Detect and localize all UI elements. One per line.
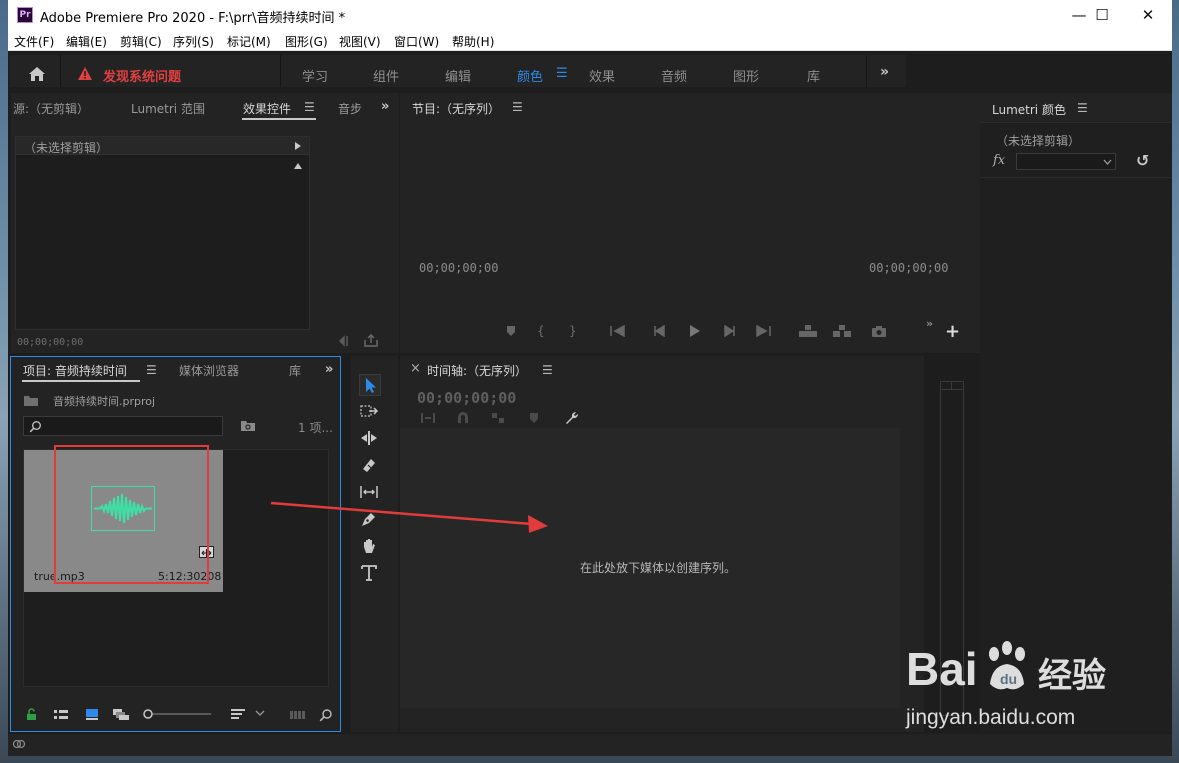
baidu-watermark: Bai du 经验 jingyan.baidu.com [906, 640, 1176, 740]
watermark-brand: Bai [906, 643, 978, 695]
watermark-jingyan: 经验 [1038, 656, 1106, 696]
baidu-paw-icon: du [989, 641, 1025, 690]
watermark-url: jingyan.baidu.com [906, 706, 1076, 729]
svg-text:du: du [1000, 671, 1017, 687]
